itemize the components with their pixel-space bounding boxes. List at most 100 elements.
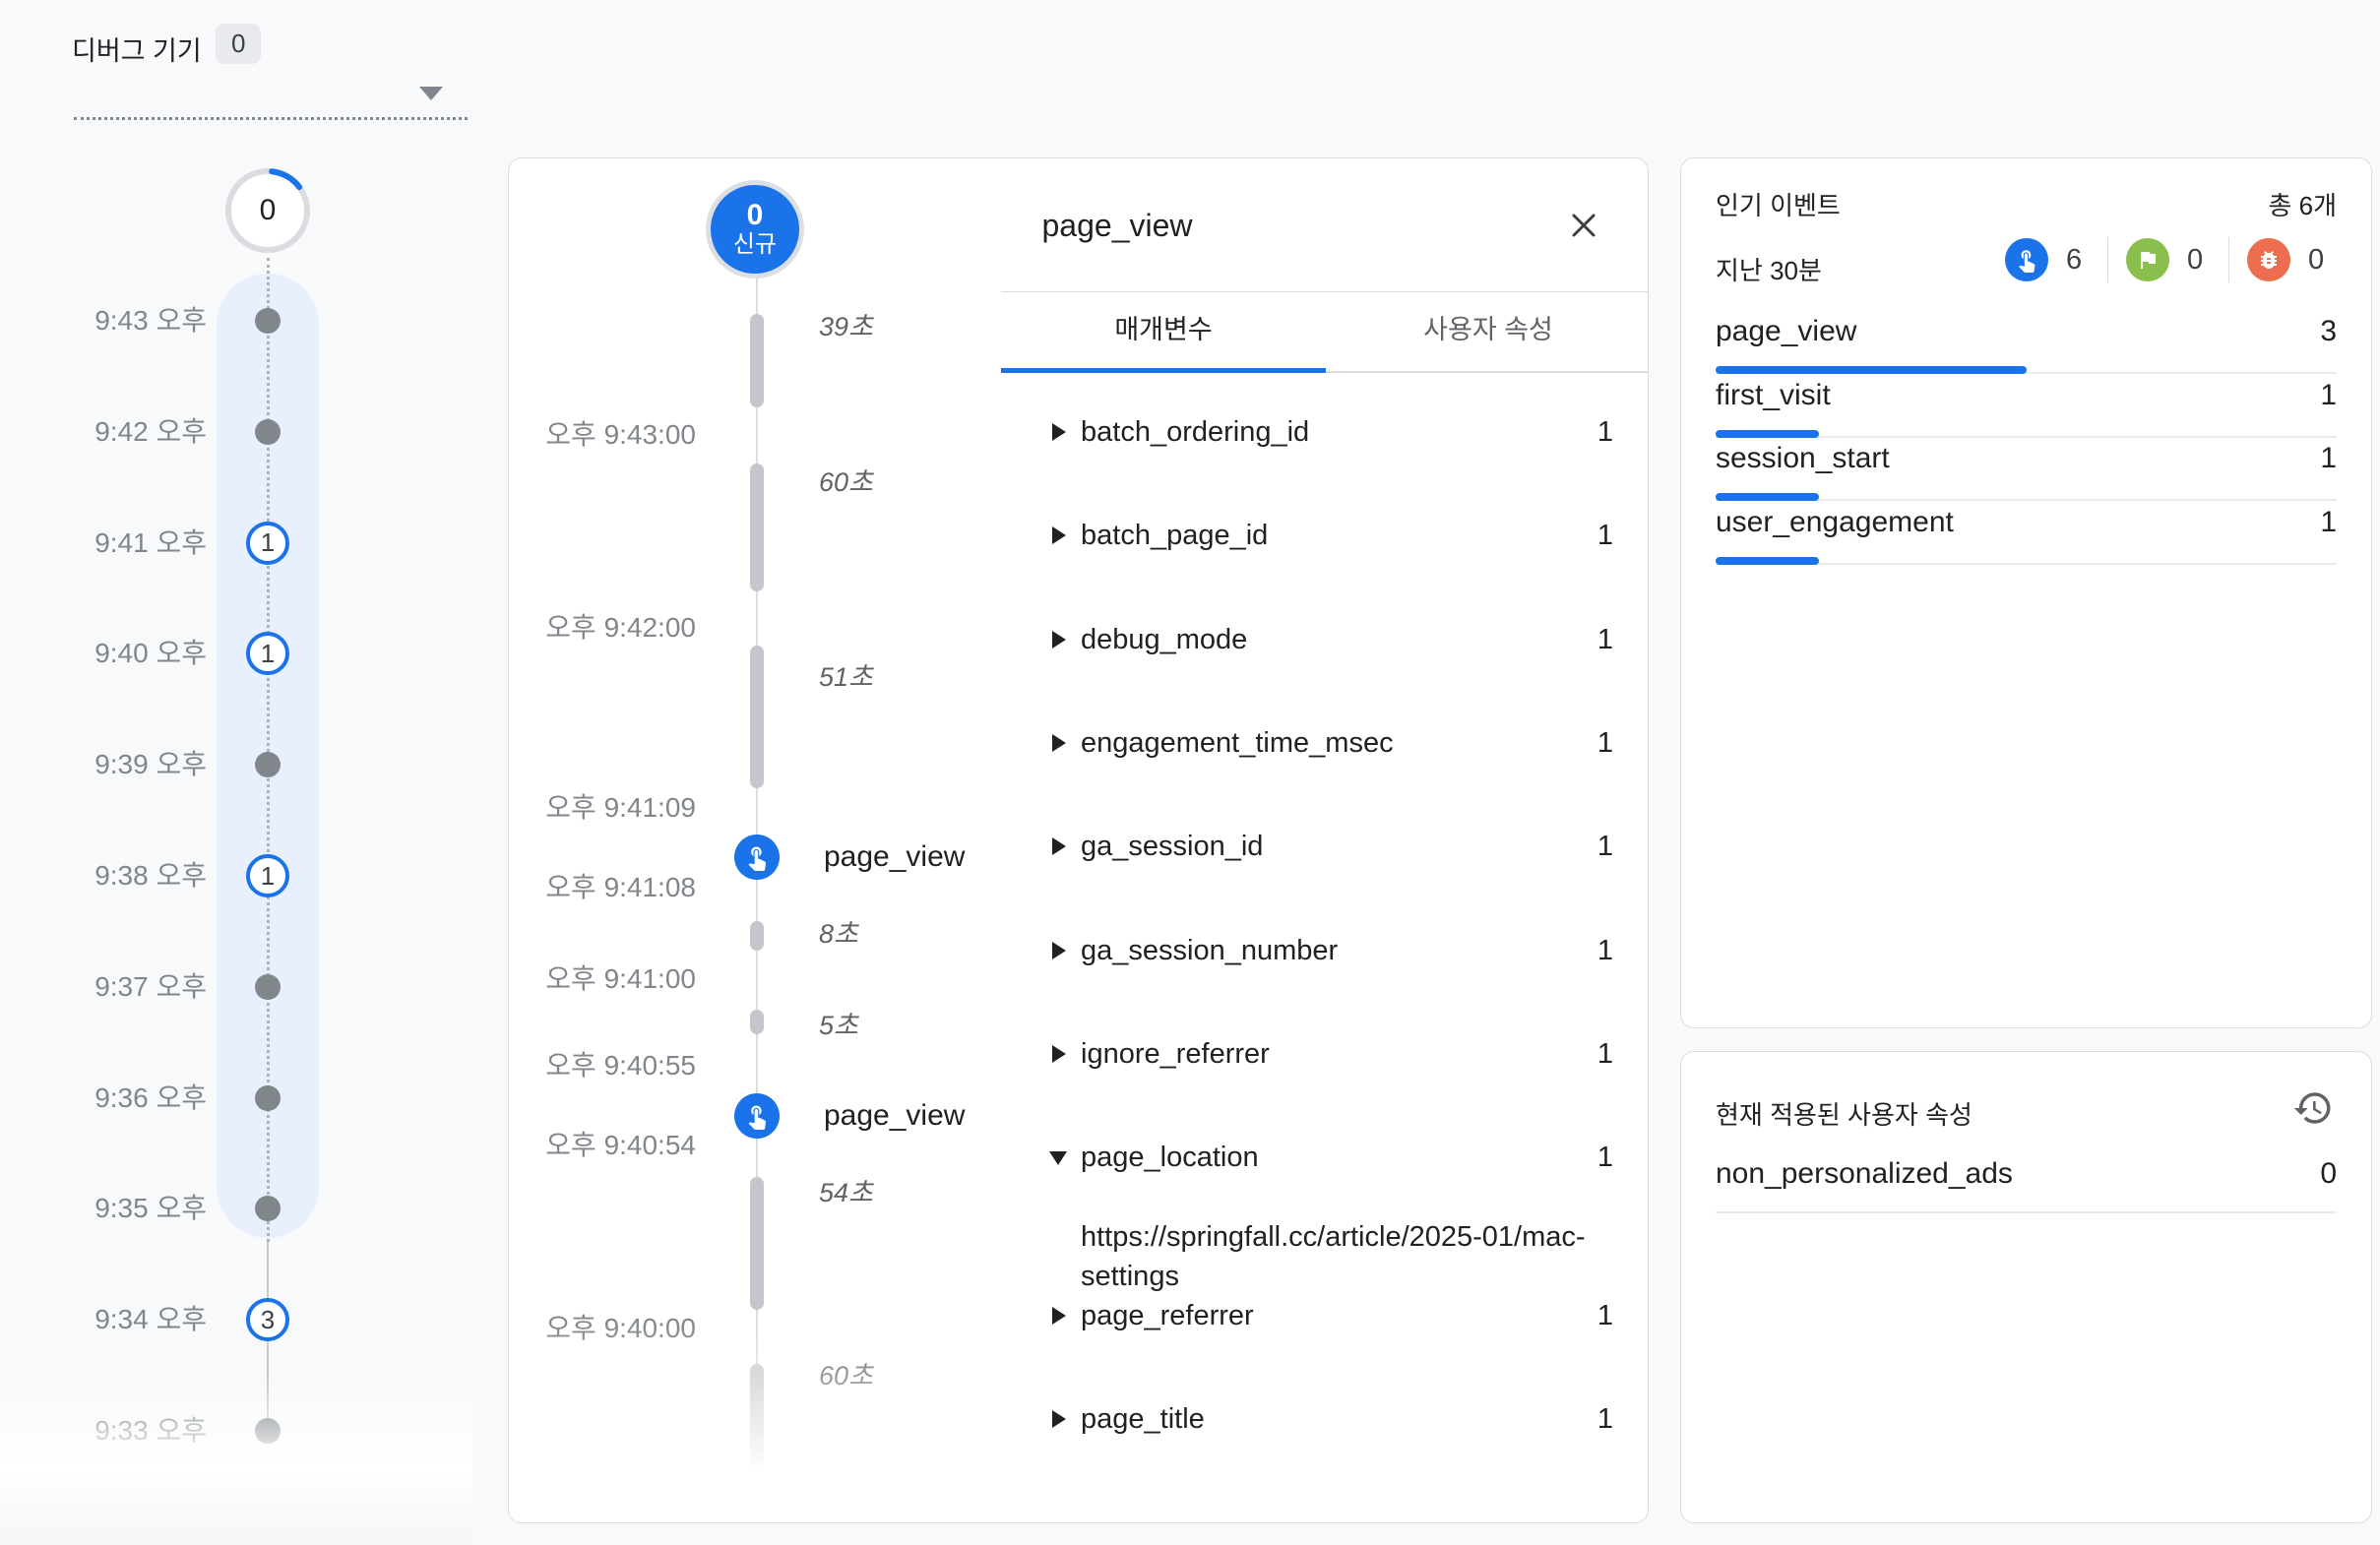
parameter-row[interactable]: ignore_referrer1 <box>1052 1034 1613 1074</box>
stream-duration: 39초 <box>819 310 873 343</box>
minute-dot-node <box>255 308 281 334</box>
new-events-label: 신규 <box>733 231 777 259</box>
parameter-value: 1 <box>1597 827 1613 866</box>
minute-time-label: 9:38 오후 <box>39 859 207 893</box>
top-event-row[interactable]: first_visit1 <box>1716 379 2337 412</box>
minute-dot-node <box>255 419 281 445</box>
tap-event-count: 6 <box>2066 244 2090 277</box>
new-events-badge: 0 신규 <box>706 180 804 278</box>
parameter-value: 1 <box>1597 1399 1613 1439</box>
user-properties-card: 현재 적용된 사용자 속성 non_personalized_ads 0 <box>1680 1051 2372 1523</box>
parameter-row[interactable]: batch_ordering_id1 <box>1052 412 1613 452</box>
minute-dot-node <box>255 1085 281 1111</box>
expand-arrow-icon[interactable] <box>1052 1045 1066 1063</box>
top-events-title: 인기 이벤트 <box>1716 186 1841 222</box>
top-event-name: page_view <box>1716 315 1856 348</box>
current-minute-count: 0 <box>224 167 311 254</box>
top-event-bar <box>1716 366 2337 374</box>
stream-gap-capsule <box>750 464 764 591</box>
top-event-count: 1 <box>2320 506 2337 539</box>
history-icon[interactable] <box>2292 1087 2334 1129</box>
expand-arrow-icon[interactable] <box>1052 734 1066 752</box>
user-property-row: non_personalized_ads 0 <box>1716 1156 2337 1192</box>
minute-dot-node <box>255 974 281 1000</box>
stream-fade <box>509 1320 1001 1523</box>
top-event-name: session_start <box>1716 442 1890 475</box>
header-divider <box>1001 291 1649 292</box>
parameter-name: batch_ordering_id <box>1081 412 1309 452</box>
tab-user-properties[interactable]: 사용자 속성 <box>1326 308 1649 346</box>
tap-icon[interactable] <box>2005 238 2048 281</box>
bug-icon[interactable] <box>2247 238 2290 281</box>
counter-divider <box>2228 237 2229 282</box>
time-window-label: 지난 30분 <box>1716 251 1822 287</box>
parameter-value: 1 <box>1597 1034 1613 1074</box>
user-property-value: 0 <box>2320 1156 2337 1192</box>
expand-arrow-icon[interactable] <box>1052 423 1066 441</box>
bar-fill <box>1716 430 1819 438</box>
event-type-counters: 6 0 0 <box>2005 237 2332 282</box>
bar-fill <box>1716 557 1819 565</box>
top-event-bar <box>1716 430 2337 438</box>
top-event-count: 3 <box>2320 315 2337 348</box>
expand-arrow-icon[interactable] <box>1052 942 1066 959</box>
top-events-card: 인기 이벤트 총 6개 지난 30분 6 0 0 page_view3first… <box>1680 157 2372 1028</box>
minute-time-label: 9:41 오후 <box>39 526 207 560</box>
stream-time: 오후 9:40:55 <box>538 1049 696 1082</box>
minute-event-count-node[interactable]: 1 <box>246 854 289 897</box>
parameter-row[interactable]: ga_session_id1 <box>1052 827 1613 866</box>
expand-arrow-icon[interactable] <box>1052 631 1066 649</box>
parameter-row[interactable]: ga_session_number1 <box>1052 931 1613 970</box>
top-event-count: 1 <box>2320 442 2337 475</box>
parameter-name: page_location <box>1081 1138 1259 1177</box>
new-events-count: 0 <box>747 200 764 231</box>
minute-event-count-node[interactable]: 1 <box>246 522 289 565</box>
error-count: 0 <box>2308 244 2332 277</box>
stream-duration: 60초 <box>819 465 873 499</box>
parameter-row[interactable]: debug_mode1 <box>1052 620 1613 659</box>
stream-gap-capsule <box>750 1177 764 1310</box>
device-select-dropdown[interactable] <box>74 59 468 120</box>
parameter-row[interactable]: page_title1 <box>1052 1399 1613 1439</box>
parameter-row[interactable]: engagement_time_msec 1 <box>1052 723 1613 763</box>
parameter-value: 1 <box>1597 620 1613 659</box>
parameter-name: engagement_time_msec <box>1081 723 1394 763</box>
close-icon[interactable] <box>1564 206 1603 245</box>
parameter-name: batch_page_id <box>1081 516 1268 555</box>
top-event-name: first_visit <box>1716 379 1831 412</box>
collapse-arrow-icon[interactable] <box>1049 1151 1067 1165</box>
minute-time-label: 9:42 오후 <box>39 415 207 449</box>
parameter-value: 1 <box>1597 723 1613 763</box>
parameter-row[interactable]: page_location 1 <box>1052 1138 1613 1177</box>
row-divider <box>1716 1211 2337 1213</box>
expand-arrow-icon[interactable] <box>1052 1410 1066 1428</box>
parameter-row[interactable]: page_referrer1 <box>1052 1296 1613 1335</box>
bar-fill <box>1716 493 1819 501</box>
tap-icon[interactable] <box>734 834 780 880</box>
top-event-bar <box>1716 493 2337 501</box>
stream-time: 오후 9:40:54 <box>538 1129 696 1162</box>
minute-event-count-node[interactable]: 3 <box>246 1298 289 1341</box>
top-event-row[interactable]: session_start 1 <box>1716 442 2337 475</box>
expand-arrow-icon[interactable] <box>1052 837 1066 855</box>
expand-arrow-icon[interactable] <box>1052 1307 1066 1325</box>
parameter-row[interactable]: batch_page_id1 <box>1052 516 1613 555</box>
top-event-row[interactable]: page_view 3 <box>1716 315 2337 348</box>
current-minute-gauge: 0 <box>224 167 311 254</box>
stream-time: 오후 9:43:00 <box>538 418 696 452</box>
minute-time-label: 9:40 오후 <box>39 637 207 670</box>
tap-icon[interactable] <box>734 1093 780 1139</box>
stream-event-name[interactable]: page_view <box>824 1099 965 1133</box>
tab-parameters[interactable]: 매개변수 <box>1001 308 1326 346</box>
expand-arrow-icon[interactable] <box>1052 526 1066 544</box>
top-event-row[interactable]: user_engagement 1 <box>1716 506 2337 539</box>
stream-time: 오후 9:42:00 <box>538 611 696 645</box>
parameter-value: 1 <box>1597 1138 1613 1177</box>
parameter-name: page_referrer <box>1081 1296 1254 1335</box>
bar-fill <box>1716 366 2027 374</box>
minute-time-label: 9:34 오후 <box>39 1303 207 1336</box>
stream-event-name[interactable]: page_view <box>824 840 965 874</box>
flag-icon[interactable] <box>2126 238 2169 281</box>
top-event-name: user_engagement <box>1716 506 1954 539</box>
minute-time-label: 9:36 오후 <box>39 1082 207 1115</box>
